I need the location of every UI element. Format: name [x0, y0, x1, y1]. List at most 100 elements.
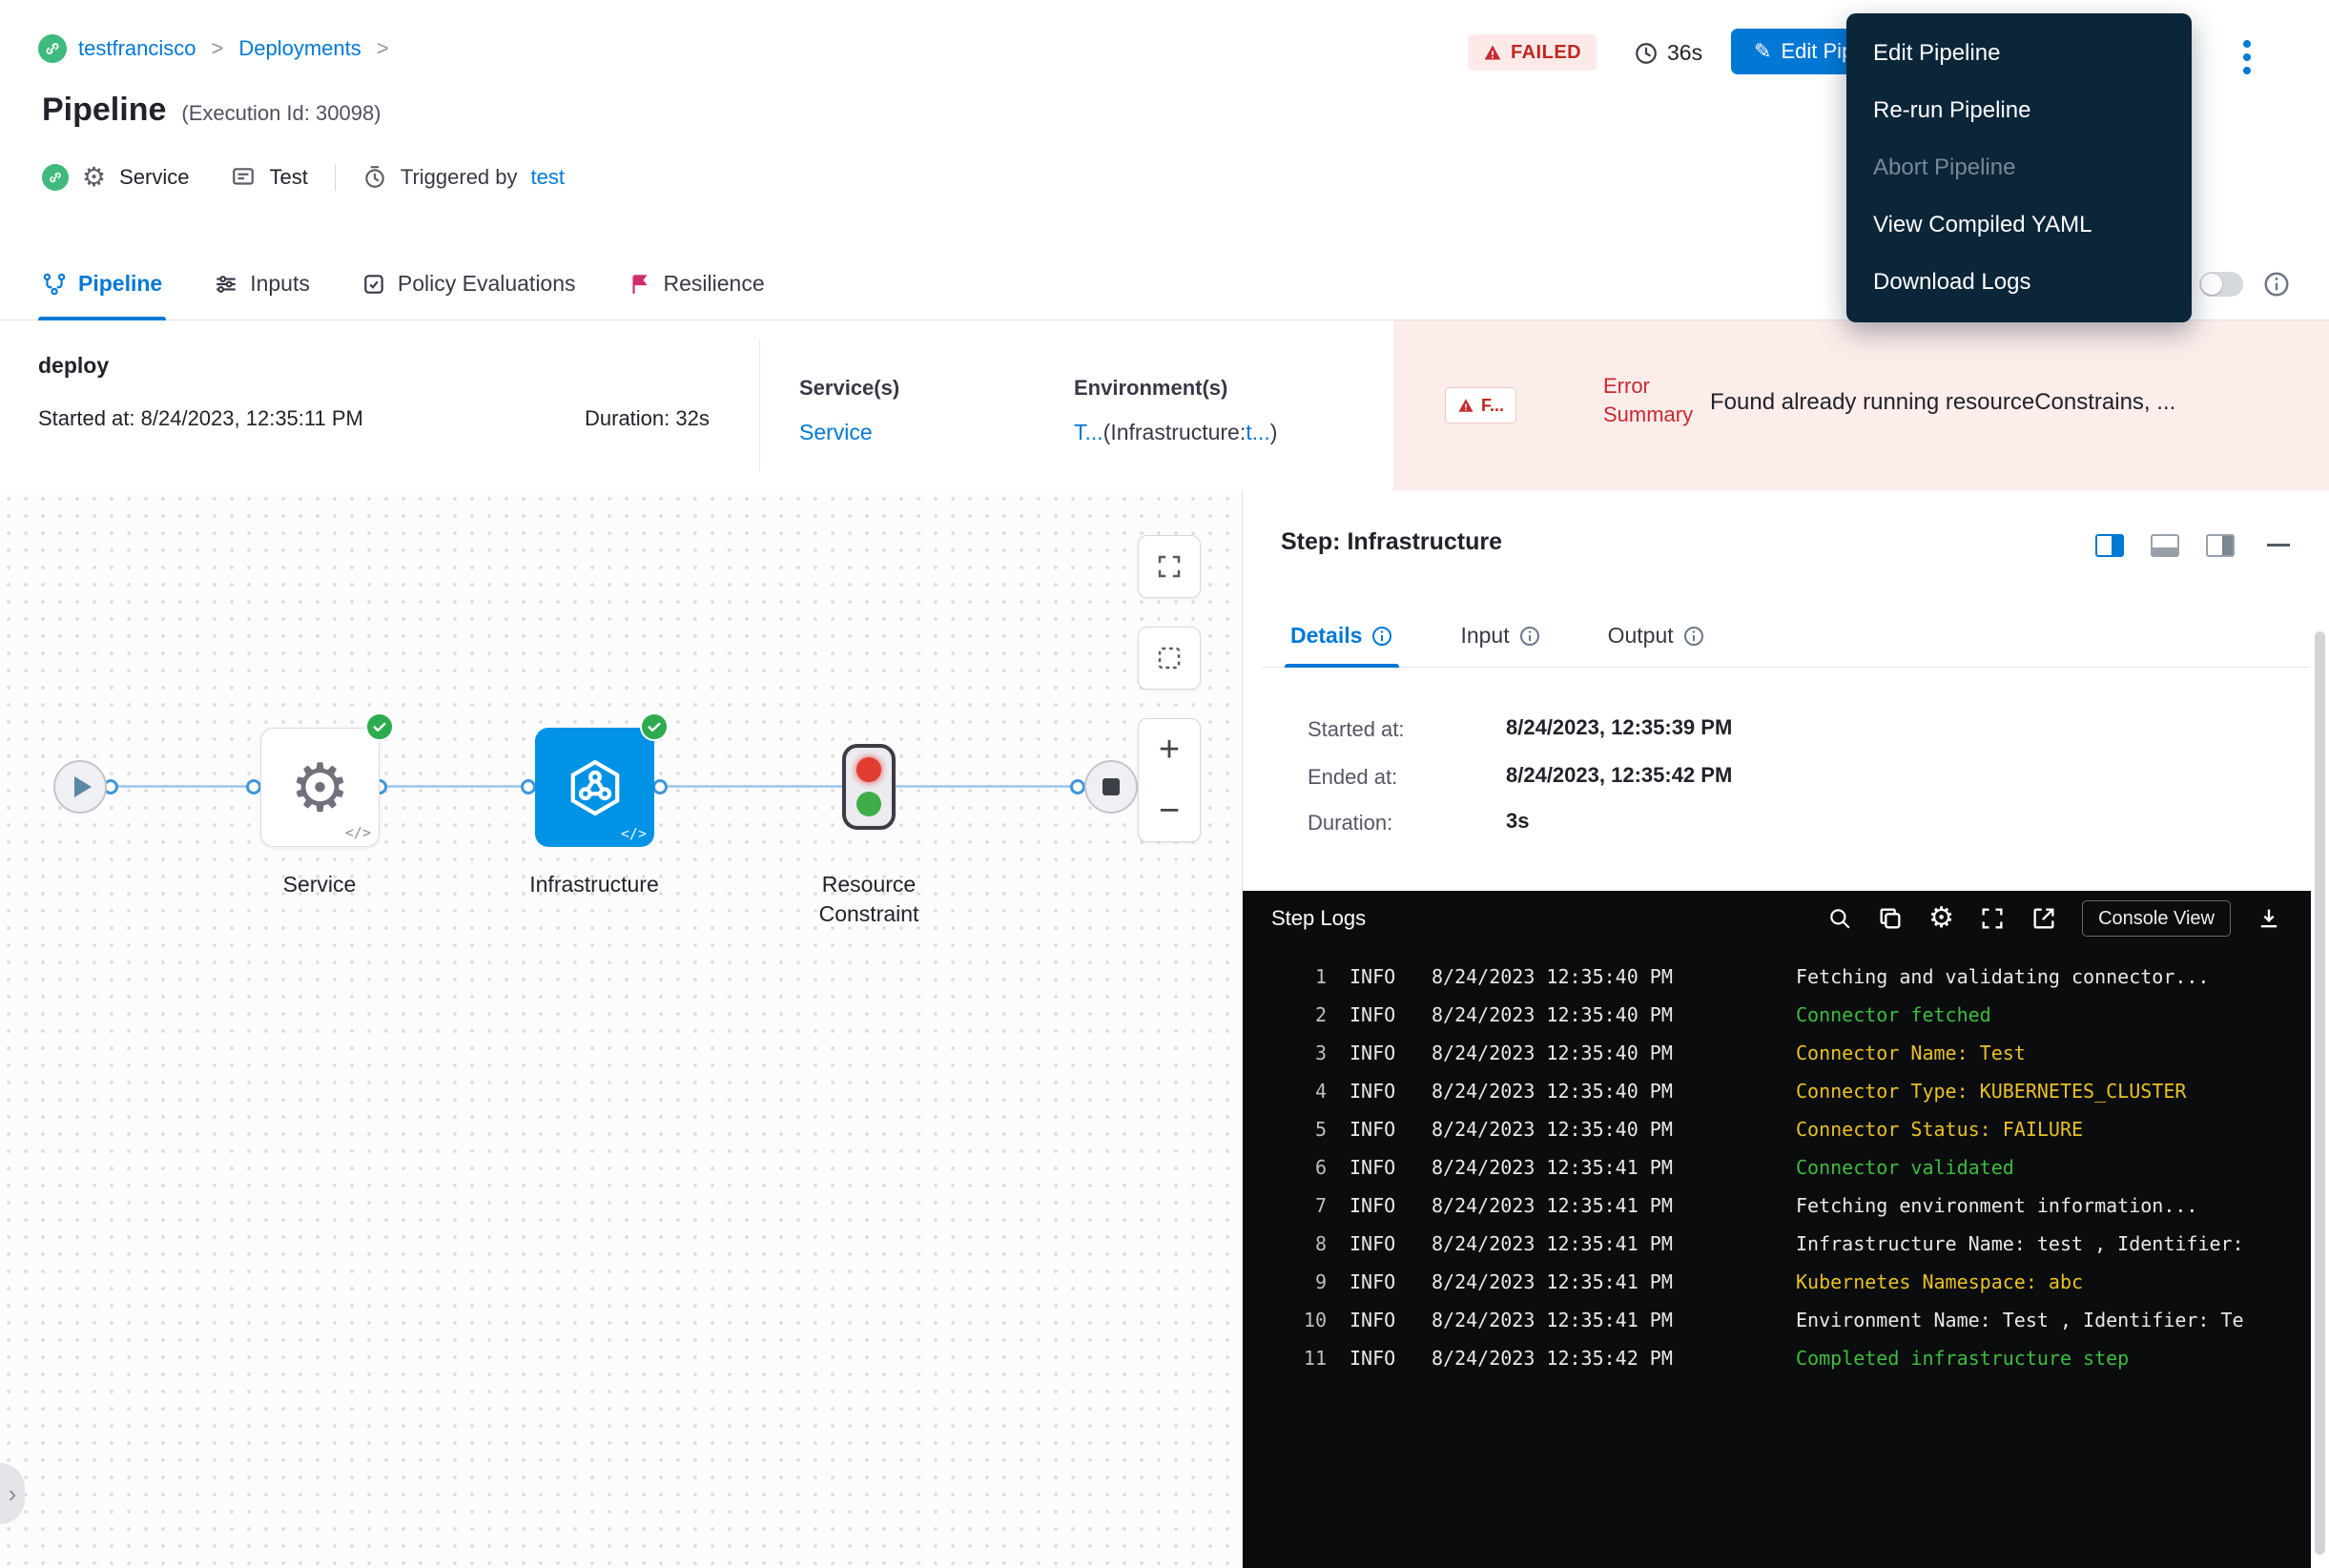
triggered-by-user-link[interactable]: test: [531, 165, 565, 190]
pipeline-canvas[interactable]: ⚙ </> </> Service Infrastructu: [0, 490, 1243, 1568]
breadcrumb-project-link[interactable]: testfrancisco: [78, 36, 196, 61]
connector-dot: [1070, 779, 1085, 794]
context-menu-item[interactable]: Re-run Pipeline: [1846, 82, 2192, 139]
log-line-number: 9: [1260, 1270, 1327, 1293]
end-node: [1084, 760, 1138, 814]
minimize-panel-icon[interactable]: [2267, 544, 2290, 547]
tab-details[interactable]: Details: [1290, 605, 1393, 668]
stage-summary-bar: deploy Started at: 8/24/2023, 12:35:11 P…: [0, 320, 2329, 491]
context-menu-list: Edit Pipeline Re-run PipelineAbort Pipeli…: [1846, 25, 2192, 311]
log-settings-gear-icon[interactable]: ⚙: [1928, 904, 1954, 933]
service-name: Service: [119, 165, 189, 190]
download-icon[interactable]: [2256, 905, 2282, 932]
zoom-in-button[interactable]: +: [1139, 719, 1200, 780]
log-timestamp: 8/24/2023 12:35:41 PM: [1432, 1309, 1673, 1331]
node-label-service: Service: [224, 870, 415, 899]
services-value-link[interactable]: Service: [799, 420, 873, 445]
panel-scrollbar-thumb[interactable]: [2315, 631, 2325, 1555]
search-icon[interactable]: [1827, 906, 1852, 931]
gear-icon: ⚙: [290, 754, 350, 821]
log-line: 1 INFO 8/24/2023 12:35:40 PM Fetching an…: [1243, 958, 2311, 996]
layout-sidebar-icon[interactable]: [2206, 534, 2235, 557]
canvas-fullscreen-button[interactable]: [1138, 535, 1201, 598]
log-message: Environment Name: Test , Identifier: Te: [1796, 1309, 2244, 1331]
log-timestamp: 8/24/2023 12:35:40 PM: [1432, 1118, 1673, 1141]
divider: [759, 340, 760, 471]
fullscreen-icon[interactable]: [1979, 905, 2006, 932]
layout-split-right-icon[interactable]: [2095, 534, 2124, 557]
info-icon[interactable]: [2262, 270, 2291, 299]
copy-icon[interactable]: [1877, 905, 1904, 932]
breadcrumb: testfrancisco > Deployments >: [38, 34, 393, 63]
detail-started-value: 8/24/2023, 12:35:39 PM: [1506, 715, 1732, 740]
environment-link[interactable]: T...: [1074, 420, 1103, 444]
node-label-resource-constraint: Resource Constraint: [773, 870, 964, 929]
play-icon: [74, 776, 92, 797]
step-node-resource-constraint[interactable]: [842, 744, 896, 830]
service-logo-icon: [42, 164, 69, 191]
log-line: 11 INFO 8/24/2023 12:35:42 PM Completed …: [1243, 1339, 2311, 1377]
tab-pipeline[interactable]: Pipeline: [42, 248, 162, 320]
node-label-infrastructure: Infrastructure: [475, 870, 713, 899]
log-message: Connector fetched: [1796, 1003, 1991, 1026]
step-panel-title: Step: Infrastructure: [1281, 528, 1502, 556]
stage-started-value: 8/24/2023, 12:35:11 PM: [141, 406, 363, 430]
context-menu-item-label: Download Logs: [1873, 269, 2030, 296]
expand-nav-handle[interactable]: ›: [0, 1463, 25, 1524]
error-status-badge: F...: [1445, 387, 1516, 423]
view-toggle[interactable]: [2199, 272, 2243, 297]
info-icon: [1682, 625, 1705, 648]
panel-scrollbar-track: [2311, 490, 2329, 1568]
tab-input[interactable]: Input: [1460, 605, 1540, 668]
error-summary-text: Found already running resourceConstrains…: [1710, 389, 2301, 416]
step-logs-header: Step Logs ⚙ Console View: [1243, 891, 2311, 946]
success-check-icon: [365, 712, 394, 741]
tab-policy-evaluations[interactable]: Policy Evaluations: [361, 248, 576, 320]
zoom-out-button[interactable]: −: [1139, 780, 1200, 841]
log-line-number: 2: [1260, 1003, 1327, 1026]
pipeline-icon: [42, 272, 67, 297]
context-menu-item: Abort Pipeline: [1846, 139, 2192, 196]
log-line-number: 5: [1260, 1118, 1327, 1141]
log-message: Fetching and validating connector...: [1796, 965, 2209, 988]
tab-resilience[interactable]: Resilience: [628, 248, 765, 320]
log-timestamp: 8/24/2023 12:35:41 PM: [1432, 1232, 1673, 1255]
context-menu-item[interactable]: View Compiled YAML: [1846, 196, 2192, 254]
log-timestamp: 8/24/2023 12:35:41 PM: [1432, 1156, 1673, 1179]
layout-split-bottom-icon[interactable]: [2151, 534, 2179, 557]
log-line: 3 INFO 8/24/2023 12:35:40 PM Connector N…: [1243, 1034, 2311, 1072]
tab-output[interactable]: Output: [1608, 605, 1705, 668]
log-line: 4 INFO 8/24/2023 12:35:40 PM Connector T…: [1243, 1072, 2311, 1110]
infrastructure-link[interactable]: t...: [1246, 420, 1270, 444]
inputs-icon: [214, 272, 238, 297]
open-external-icon[interactable]: [2030, 905, 2057, 932]
context-menu-item-label: Edit Pipeline: [1873, 40, 2000, 67]
environment-board-icon: [231, 165, 256, 190]
harness-logo-icon: [38, 34, 67, 63]
clock-icon: [1634, 41, 1659, 66]
log-message: Fetching environment information...: [1796, 1194, 2197, 1217]
log-line: 6 INFO 8/24/2023 12:35:41 PM Connector v…: [1243, 1148, 2311, 1186]
log-message: Connector Name: Test: [1796, 1042, 2026, 1064]
log-line-number: 6: [1260, 1156, 1327, 1179]
connector-dot: [652, 779, 668, 794]
environments-column-header: Environment(s): [1074, 376, 1227, 401]
canvas-multiselect-button[interactable]: [1138, 627, 1201, 690]
console-view-button[interactable]: Console View: [2082, 900, 2231, 937]
tab-inputs-label: Inputs: [250, 271, 310, 297]
tab-inputs[interactable]: Inputs: [214, 248, 310, 320]
breadcrumb-deployments-link[interactable]: Deployments: [238, 36, 361, 61]
fullscreen-icon: [1155, 552, 1184, 581]
trigger-timer-icon: [362, 165, 387, 190]
context-menu-item[interactable]: Download Logs: [1846, 254, 2192, 311]
log-timestamp: 8/24/2023 12:35:40 PM: [1432, 1080, 1673, 1103]
context-menu-item[interactable]: Edit Pipeline: [1846, 25, 2192, 82]
services-column-header: Service(s): [799, 376, 899, 401]
step-logs-title: Step Logs: [1271, 906, 1366, 931]
environments-value: T...(Infrastructure:t...): [1074, 420, 1277, 445]
context-menu-item-label: View Compiled YAML: [1873, 212, 2092, 238]
stage-duration: Duration: 32s: [585, 406, 710, 431]
step-node-service[interactable]: ⚙ </>: [260, 728, 380, 847]
step-node-infrastructure[interactable]: </>: [535, 728, 654, 847]
more-options-button[interactable]: [2243, 40, 2251, 74]
